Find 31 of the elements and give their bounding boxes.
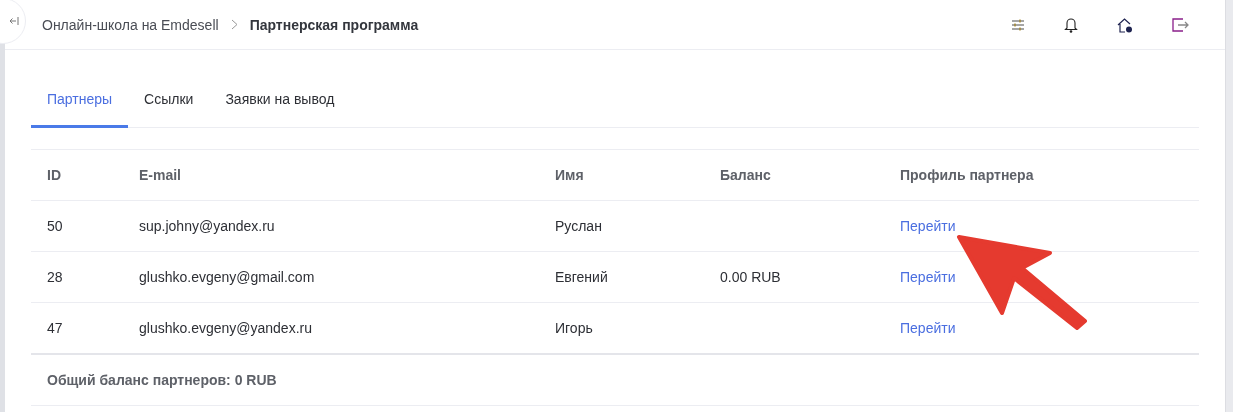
table-cell-text: Руслан (554, 218, 603, 234)
table-cell-text: Игорь (554, 320, 594, 336)
column-header: E-mail (138, 167, 182, 183)
scrollbar[interactable] (1225, 0, 1233, 412)
tab[interactable]: Заявки на вывод (209, 78, 351, 128)
chevron-icon (230, 19, 238, 30)
profile-link[interactable]: Перейти (900, 218, 956, 234)
table-cell-text: Евгений (554, 269, 609, 285)
tab[interactable]: Партнеры (31, 78, 129, 128)
collapse-icon (9, 16, 19, 26)
table-cell-text: glushko.evgeny@gmail.com (138, 269, 316, 285)
column-header: Баланс (719, 167, 772, 183)
table-cell-text: 0.00 RUB (719, 269, 782, 285)
column-header: ID (46, 167, 62, 183)
profile-link[interactable]: Перейти (900, 269, 956, 285)
table-cell-text: 50 (46, 218, 64, 234)
breadcrumb-item[interactable]: Онлайн-школа на Emdesell (42, 16, 219, 33)
tab[interactable]: Ссылки (128, 78, 210, 128)
sliders-icon[interactable] (1011, 18, 1025, 31)
table-cell-text: glushko.evgeny@yandex.ru (138, 320, 313, 336)
column-header: Профиль партнера (899, 167, 1035, 183)
bell-icon[interactable] (1064, 16, 1078, 33)
table-cell-text: 28 (46, 269, 64, 285)
logout-icon[interactable] (1172, 17, 1189, 32)
house-icon[interactable] (1117, 16, 1133, 33)
table-cell-text: sup.johny@yandex.ru (138, 218, 276, 234)
breadcrumb-item: Партнерская программа (249, 16, 419, 33)
table-cell-text: 47 (46, 320, 64, 336)
profile-link[interactable]: Перейти (900, 320, 956, 336)
total-balance: Общий баланс партнеров: 0 RUB (46, 372, 277, 388)
column-header: Имя (554, 167, 585, 183)
